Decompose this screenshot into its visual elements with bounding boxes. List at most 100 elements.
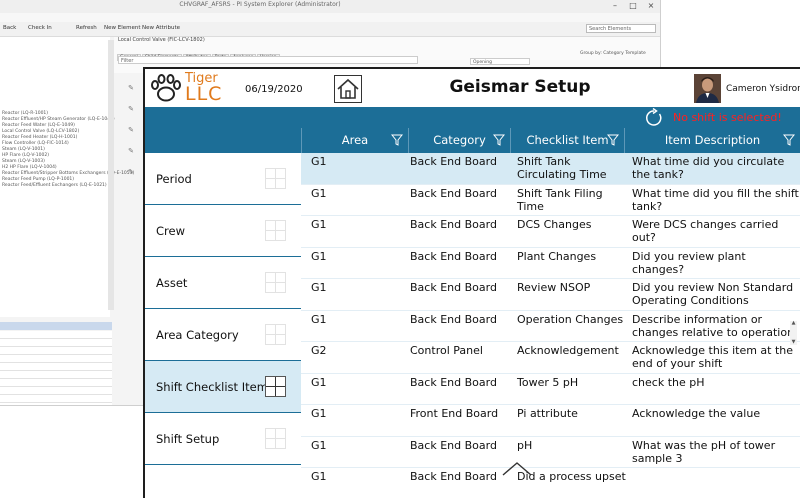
cell-area: G1	[311, 375, 327, 389]
user-avatar[interactable]	[694, 74, 721, 103]
table-row[interactable]: G1 Back End Board Plant Changes Did you …	[301, 248, 800, 279]
bg-search-input[interactable]: Search Elements	[586, 24, 656, 33]
home-button[interactable]	[334, 75, 362, 103]
bg-tree-line[interactable]: Reactor Feed Heater (LQ-H-1001)	[2, 135, 77, 140]
scroll-down-icon[interactable]: ▼	[790, 340, 797, 345]
pencil-icon[interactable]: ✎	[126, 84, 136, 93]
bg-new-element-button[interactable]: New Element	[104, 25, 141, 31]
cell-item-description: Acknowledge this item at the end of your…	[632, 344, 794, 370]
pencil-icon[interactable]: ✎	[126, 147, 136, 156]
bg-tree-line[interactable]: Flow Controller (LQ-FIC-1014)	[2, 141, 69, 146]
bg-tree-line[interactable]: Reactor Effluent/Stripper Bottoms Exchan…	[2, 171, 134, 176]
cell-item-description: What time did you circulate the tank?	[632, 155, 785, 181]
bg-tree-scrollbar[interactable]	[108, 40, 114, 310]
bg-tree-line[interactable]: Reactor Feed Water (LQ-E-1049)	[2, 123, 75, 128]
cell-category: Back End Board	[410, 312, 497, 326]
cell-item-description: Did you review plant changes?	[632, 249, 746, 276]
cell-item-description: What was the pH of tower sample 3	[632, 438, 776, 465]
nav-item-area-category[interactable]: Area Category	[145, 309, 301, 361]
left-nav: Period Crew Asset Area Category Shift Ch…	[145, 153, 301, 498]
bg-group-by[interactable]: Group by: Category Template	[580, 51, 646, 56]
cell-category: Back End Board	[410, 155, 497, 168]
bg-tree-line[interactable]: Reactor (LQ-R-1001)	[2, 111, 48, 116]
nav-item-label: Crew	[156, 224, 185, 238]
plus-icon[interactable]	[265, 428, 286, 449]
table-row[interactable]: G1 Back End Board Did a process upset	[301, 468, 800, 498]
column-header-area[interactable]: Area	[301, 128, 408, 153]
home-icon	[337, 78, 359, 99]
nav-item-shift-setup[interactable]: Shift Setup	[145, 413, 301, 465]
bg-maximize-button[interactable]: □	[626, 1, 640, 11]
bg-refresh-button[interactable]: Refresh	[76, 25, 97, 31]
cell-checklist-item: Operation Changes	[517, 312, 624, 326]
chevron-up-icon[interactable]	[501, 460, 533, 476]
refresh-button[interactable]	[644, 107, 664, 128]
bg-menu-bar	[0, 13, 660, 22]
bg-selected-strip	[0, 322, 112, 330]
filter-icon[interactable]	[391, 134, 403, 146]
nav-item-shift-checklist-items[interactable]: Shift Checklist Items	[145, 361, 301, 413]
pencil-icon[interactable]: ✎	[126, 105, 136, 114]
cell-checklist-item: DCS Changes	[517, 218, 592, 231]
bg-tree-line[interactable]: Steam (LQ-V-1003)	[2, 159, 45, 164]
table-row[interactable]: G1 Back End Board Operation Changes Desc…	[301, 311, 800, 342]
column-header-category[interactable]: Category	[408, 128, 510, 153]
bg-tree-line[interactable]: H2 HP Flare (LQ-V-1004)	[2, 165, 57, 170]
bg-tree-line[interactable]: Local Control Valve (LQ-LCV-1802)	[2, 129, 79, 134]
table-row[interactable]: G1 Back End Board Shift Tank Filing Time…	[301, 185, 800, 216]
user-name: Cameron Ysidron	[726, 84, 800, 94]
table-row[interactable]: G1 Front End Board Pi attribute Acknowle…	[301, 405, 800, 437]
filter-icon[interactable]	[783, 134, 795, 146]
cell-item-description: What time did you fill the shift tank?	[632, 186, 799, 213]
table-row[interactable]: G1 Back End Board Shift Tank Circulating…	[301, 153, 800, 185]
grid-column-header: Area Category Checklist Item Item Descri…	[145, 128, 800, 153]
column-header-item-description[interactable]: Item Description	[624, 128, 800, 153]
bg-element-tree[interactable]: Reactor (LQ-R-1001) Reactor Effluent/HP …	[0, 37, 134, 317]
cell-checklist-item: Plant Changes	[517, 249, 597, 263]
bg-filter-input[interactable]: Filter	[118, 56, 418, 64]
filter-icon[interactable]	[607, 134, 619, 146]
table-row[interactable]: G2 Control Panel Acknowledgement Acknowl…	[301, 342, 800, 374]
nav-item-asset[interactable]: Asset	[145, 257, 301, 309]
plus-icon[interactable]	[265, 376, 286, 397]
bg-close-button[interactable]: ×	[644, 1, 658, 11]
pencil-icon[interactable]: ✎	[126, 126, 136, 135]
no-shift-warning: No shift is selected!	[673, 111, 782, 124]
cell-area: G1	[311, 312, 327, 326]
bg-window-title: CHVGRAF_AFSRS - PI System Explorer (Admi…	[179, 1, 341, 8]
description-scrollbar[interactable]: ▲ ▼	[790, 321, 797, 345]
app-header: Tiger LLC 06/19/2020 Geismar Setup Camer…	[145, 69, 800, 107]
bg-tree-line[interactable]: Reactor Feed Pump (LQ-P-1001)	[2, 177, 74, 182]
plus-icon[interactable]	[265, 272, 286, 293]
nav-item-crew[interactable]: Crew	[145, 205, 301, 257]
bg-tree-line[interactable]: Reactor Feed/Effluent Exchangers (LQ-E-1…	[2, 183, 107, 188]
user-photo-icon	[694, 74, 721, 103]
bg-tree-line[interactable]: Steam (LQ-V-1001)	[2, 147, 45, 152]
nav-item-period[interactable]: Period	[145, 153, 301, 205]
cell-category: Back End Board	[410, 218, 497, 231]
bg-tree-line[interactable]: HP Flare (LQ-V-1002)	[2, 153, 49, 158]
bg-checkin-button[interactable]: Check In	[28, 25, 52, 31]
column-label: Item Description	[664, 133, 761, 147]
bg-new-attribute-button[interactable]: New Attribute	[142, 25, 180, 31]
bg-minimize-button[interactable]: –	[608, 1, 622, 11]
table-row[interactable]: G1 Back End Board pH What was the pH of …	[301, 437, 800, 468]
nav-item-more[interactable]	[145, 465, 301, 498]
plus-icon[interactable]	[265, 324, 286, 345]
column-label: Category	[433, 133, 486, 147]
plus-icon[interactable]	[265, 168, 286, 189]
cell-checklist-item: Pi attribute	[517, 407, 578, 420]
cell-category: Front End Board	[410, 407, 499, 420]
status-bar: No shift is selected!	[145, 107, 800, 128]
table-row[interactable]: G1 Back End Board Review NSOP Did you re…	[301, 279, 800, 311]
bg-tree-line[interactable]: Reactor Effluent/HP Steam Generator (LQ-…	[2, 117, 115, 122]
pencil-icon[interactable]: ✎	[126, 168, 136, 177]
scroll-up-icon[interactable]: ▲	[790, 321, 797, 326]
table-row[interactable]: G1 Back End Board DCS Changes Were DCS c…	[301, 216, 800, 248]
column-header-checklist-item[interactable]: Checklist Item	[510, 128, 624, 153]
column-label: Area	[341, 133, 369, 147]
bg-back-button[interactable]: Back	[3, 25, 16, 31]
plus-icon[interactable]	[265, 220, 286, 241]
filter-icon[interactable]	[493, 134, 505, 146]
table-row[interactable]: G1 Back End Board Tower 5 pH check the p…	[301, 374, 800, 405]
